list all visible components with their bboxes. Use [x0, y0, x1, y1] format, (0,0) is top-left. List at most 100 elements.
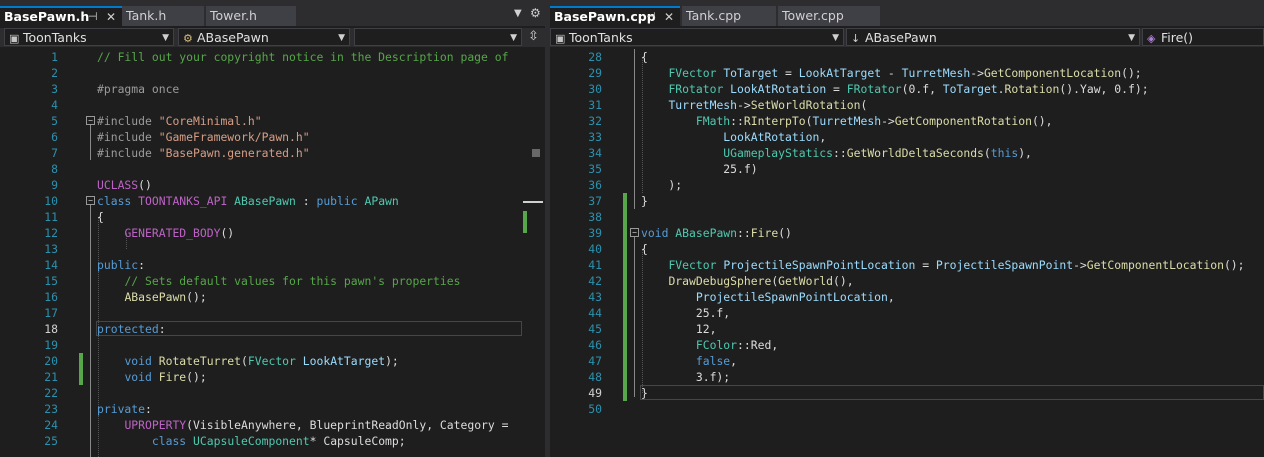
code-line[interactable]: UPROPERTY(VisibleAnywhere, BlueprintRead… — [97, 417, 508, 433]
chevron-down-icon[interactable]: ▼ — [514, 8, 522, 19]
code-line[interactable]: #pragma once — [97, 81, 179, 97]
code-line[interactable]: false, — [641, 353, 737, 369]
line-number: 39 — [588, 226, 602, 240]
code-line[interactable]: private: — [97, 401, 152, 417]
method-icon: ◈ — [1147, 32, 1156, 45]
line-number: 41 — [588, 258, 602, 272]
close-icon[interactable]: ✕ — [664, 8, 674, 26]
tab-tower-h[interactable]: Tower.h — [206, 6, 296, 26]
chevron-down-icon: ▼ — [1128, 33, 1135, 43]
code-line[interactable]: // Sets default values for this pawn's p… — [97, 273, 460, 289]
tab-basepawn-h[interactable]: BasePawn.h ⊣ ✕ — [0, 6, 122, 26]
code-line[interactable]: } — [641, 385, 648, 401]
code-token: ); — [641, 178, 683, 192]
code-line[interactable]: #include "CoreMinimal.h" — [97, 113, 262, 129]
line-number: 33 — [588, 130, 602, 144]
line-number: 5 — [51, 114, 58, 128]
fold-toggle[interactable]: − — [86, 196, 95, 205]
project-label: ToonTanks — [23, 30, 87, 45]
left-editor-pane: BasePawn.h ⊣ ✕ Tank.h Tower.h ▼ ⚙ ▣ ToonT… — [0, 0, 545, 457]
right-code-editor[interactable]: − 28 {29 FVector ToTarget = LookAtTarget … — [550, 49, 1264, 457]
line-number: 9 — [51, 178, 58, 192]
tab-label: BasePawn.h — [4, 9, 90, 24]
fold-toggle[interactable]: − — [630, 228, 639, 237]
code-line[interactable]: DrawDebugSphere(GetWorld(), — [641, 273, 853, 289]
fold-toggle[interactable]: − — [86, 116, 95, 125]
code-line[interactable]: FRotator LookAtRotation = FRotator(0.f, … — [641, 81, 1148, 97]
scrollbar-thumb[interactable] — [532, 149, 540, 157]
gear-icon[interactable]: ⚙ — [530, 6, 541, 20]
code-line[interactable]: FVector ProjectileSpawnPointLocation = P… — [641, 257, 1244, 273]
class-icon: ⚙ — [183, 32, 193, 45]
code-token: Rotation — [1004, 82, 1060, 96]
project-dropdown[interactable]: ▣ ToonTanks ▼ — [4, 28, 174, 46]
tab-tank-h[interactable]: Tank.h — [122, 6, 204, 26]
code-line[interactable]: FMath::RInterpTo(TurretMesh->GetComponen… — [641, 113, 1053, 129]
code-line[interactable]: void Fire(); — [97, 369, 206, 385]
code-line[interactable]: #include "GameFramework/Pawn.h" — [97, 129, 310, 145]
code-line[interactable]: UGameplayStatics::GetWorldDeltaSeconds(t… — [641, 145, 1032, 161]
code-line[interactable]: public: — [97, 257, 145, 273]
project-label: ToonTanks — [569, 30, 633, 45]
code-token: 25.f) — [641, 162, 758, 176]
line-number: 7 — [51, 146, 58, 160]
close-icon[interactable]: ✕ — [106, 8, 116, 26]
code-line[interactable]: GENERATED_BODY() — [97, 225, 234, 241]
line-number: 31 — [588, 98, 602, 112]
member-dropdown[interactable]: ▼ — [354, 28, 522, 46]
vertical-scrollbar[interactable] — [523, 49, 543, 457]
code-line[interactable]: { — [641, 49, 648, 65]
pin-icon[interactable]: ⊣ — [646, 8, 656, 26]
split-icon[interactable]: ⇳ — [528, 29, 539, 44]
code-token: class — [97, 194, 139, 208]
code-line[interactable]: 25.f, — [641, 305, 730, 321]
code-token: 25.f, — [641, 306, 731, 320]
code-line[interactable]: LookAtRotation, — [641, 129, 826, 145]
code-token: LookAtRotation — [730, 82, 827, 96]
code-line[interactable]: void RotateTurret(FVector LookAtTarget); — [97, 353, 398, 369]
member-dropdown[interactable]: ◈ Fire() — [1142, 28, 1264, 46]
tab-label: Tank.h — [126, 8, 167, 23]
code-line[interactable]: { — [97, 209, 104, 225]
code-line[interactable]: ); — [641, 177, 682, 193]
line-number: 45 — [588, 322, 602, 336]
code-line[interactable]: UCLASS() — [97, 177, 152, 193]
code-line[interactable]: } — [641, 193, 648, 209]
scope-dropdown[interactable]: ↓ ABasePawn ▼ — [846, 28, 1140, 46]
code-token: FColor — [695, 338, 738, 352]
code-line[interactable]: 3.f); — [641, 369, 730, 385]
code-line[interactable]: ProjectileSpawnPointLocation, — [641, 289, 895, 305]
code-line[interactable]: 25.f) — [641, 161, 758, 177]
code-line[interactable]: // Fill out your copyright notice in the… — [97, 49, 508, 65]
code-token: UCapsuleComponent — [193, 434, 310, 448]
pin-icon[interactable]: ⊣ — [88, 8, 98, 26]
tab-tank-cpp[interactable]: Tank.cpp — [682, 6, 776, 26]
code-line[interactable]: protected: — [97, 321, 166, 337]
code-line[interactable]: FColor::Red, — [641, 337, 778, 353]
right-editor-pane: BasePawn.cpp ⊣ ✕ Tank.cpp Tower.cpp ▣ Too… — [550, 0, 1264, 457]
code-line[interactable]: FVector ToTarget = LookAtTarget - Turret… — [641, 65, 1141, 81]
code-line[interactable]: ABasePawn(); — [97, 289, 206, 305]
code-token: #pragma once — [97, 82, 180, 96]
project-dropdown[interactable]: ▣ ToonTanks ▼ — [550, 28, 844, 46]
code-line[interactable]: TurretMesh->SetWorldRotation( — [641, 97, 867, 113]
code-token: FRotator — [846, 82, 902, 96]
code-line[interactable]: 12, — [641, 321, 717, 337]
left-code-editor[interactable]: − − 1 // Fill out your copyright notice i… — [0, 49, 545, 457]
current-line-highlight — [640, 385, 1264, 400]
tab-basepawn-cpp[interactable]: BasePawn.cpp ⊣ ✕ — [550, 6, 680, 26]
code-line[interactable]: class TOONTANKS_API ABasePawn : public A… — [97, 193, 399, 209]
code-token: ProjectileSpawnPoint — [935, 258, 1074, 272]
code-line[interactable]: void ABasePawn::Fire() — [641, 225, 792, 241]
tab-tower-cpp[interactable]: Tower.cpp — [778, 6, 880, 26]
code-token: ( — [241, 354, 248, 368]
code-line[interactable]: class UCapsuleComponent* CapsuleComp; — [97, 433, 406, 449]
code-line[interactable]: { — [641, 241, 648, 257]
code-line[interactable]: #include "BasePawn.generated.h" — [97, 145, 310, 161]
scope-dropdown[interactable]: ⚙ ABasePawn ▼ — [178, 28, 350, 46]
